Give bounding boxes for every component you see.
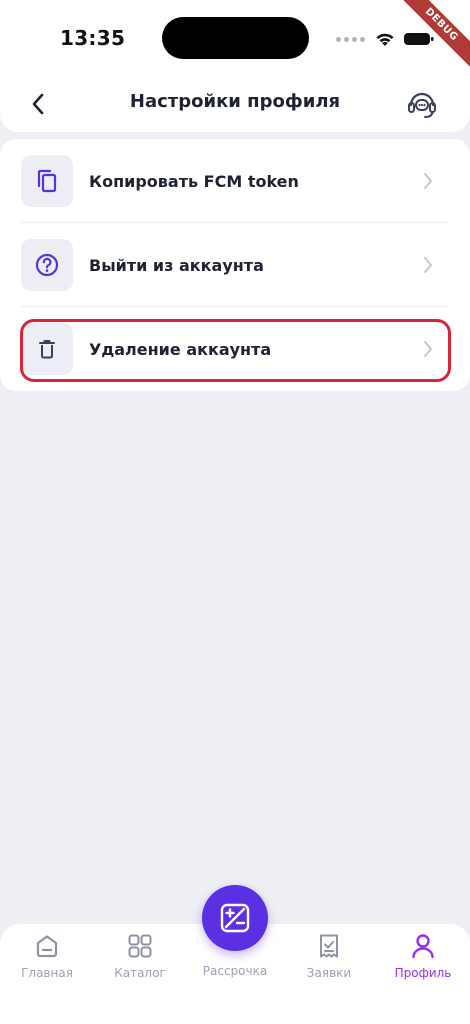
page-title: Настройки профиля (129, 91, 341, 112)
user-icon (412, 934, 434, 959)
home-icon (36, 935, 58, 958)
wifi-icon (376, 33, 394, 46)
chevron-right-icon (420, 255, 436, 275)
nav-item-catalog[interactable]: Каталог (100, 932, 180, 980)
settings-item-copy-fcm-token[interactable]: Копировать FCM token (0, 139, 470, 223)
nav-item-home[interactable]: Главная (7, 932, 87, 980)
status-time: 13:35 (60, 26, 126, 50)
receipt-icon (320, 934, 338, 958)
dynamic-island (162, 17, 309, 59)
nav-label: Заявки (306, 966, 352, 980)
settings-item-label: Копировать FCM token (89, 171, 299, 191)
question-icon-box (21, 239, 73, 291)
installment-button[interactable] (202, 885, 268, 951)
grid-icon (128, 934, 152, 958)
chevron-right-icon (420, 171, 436, 191)
copy-icon (37, 169, 57, 193)
nav-item-requests[interactable]: Заявки (289, 932, 369, 980)
question-circle-icon (35, 253, 59, 277)
headset-icon (408, 92, 436, 118)
installment-icon (220, 903, 250, 933)
support-button[interactable] (404, 86, 440, 122)
nav-label: Профиль (394, 966, 452, 980)
highlight-outline (20, 319, 451, 382)
settings-item-label: Выйти из аккаунта (89, 255, 264, 275)
nav-label: Каталог (114, 966, 166, 980)
debug-banner: DEBUG (400, 0, 470, 70)
settings-item-logout[interactable]: Выйти из аккаунта (0, 223, 470, 307)
signal-dots-icon (336, 36, 365, 42)
copy-icon-box (21, 155, 73, 207)
debug-label: DEBUG (400, 0, 470, 70)
nav-label-installment[interactable]: Рассрочка (190, 964, 280, 978)
nav-label: Главная (21, 966, 73, 980)
nav-item-profile[interactable]: Профиль (383, 932, 463, 980)
